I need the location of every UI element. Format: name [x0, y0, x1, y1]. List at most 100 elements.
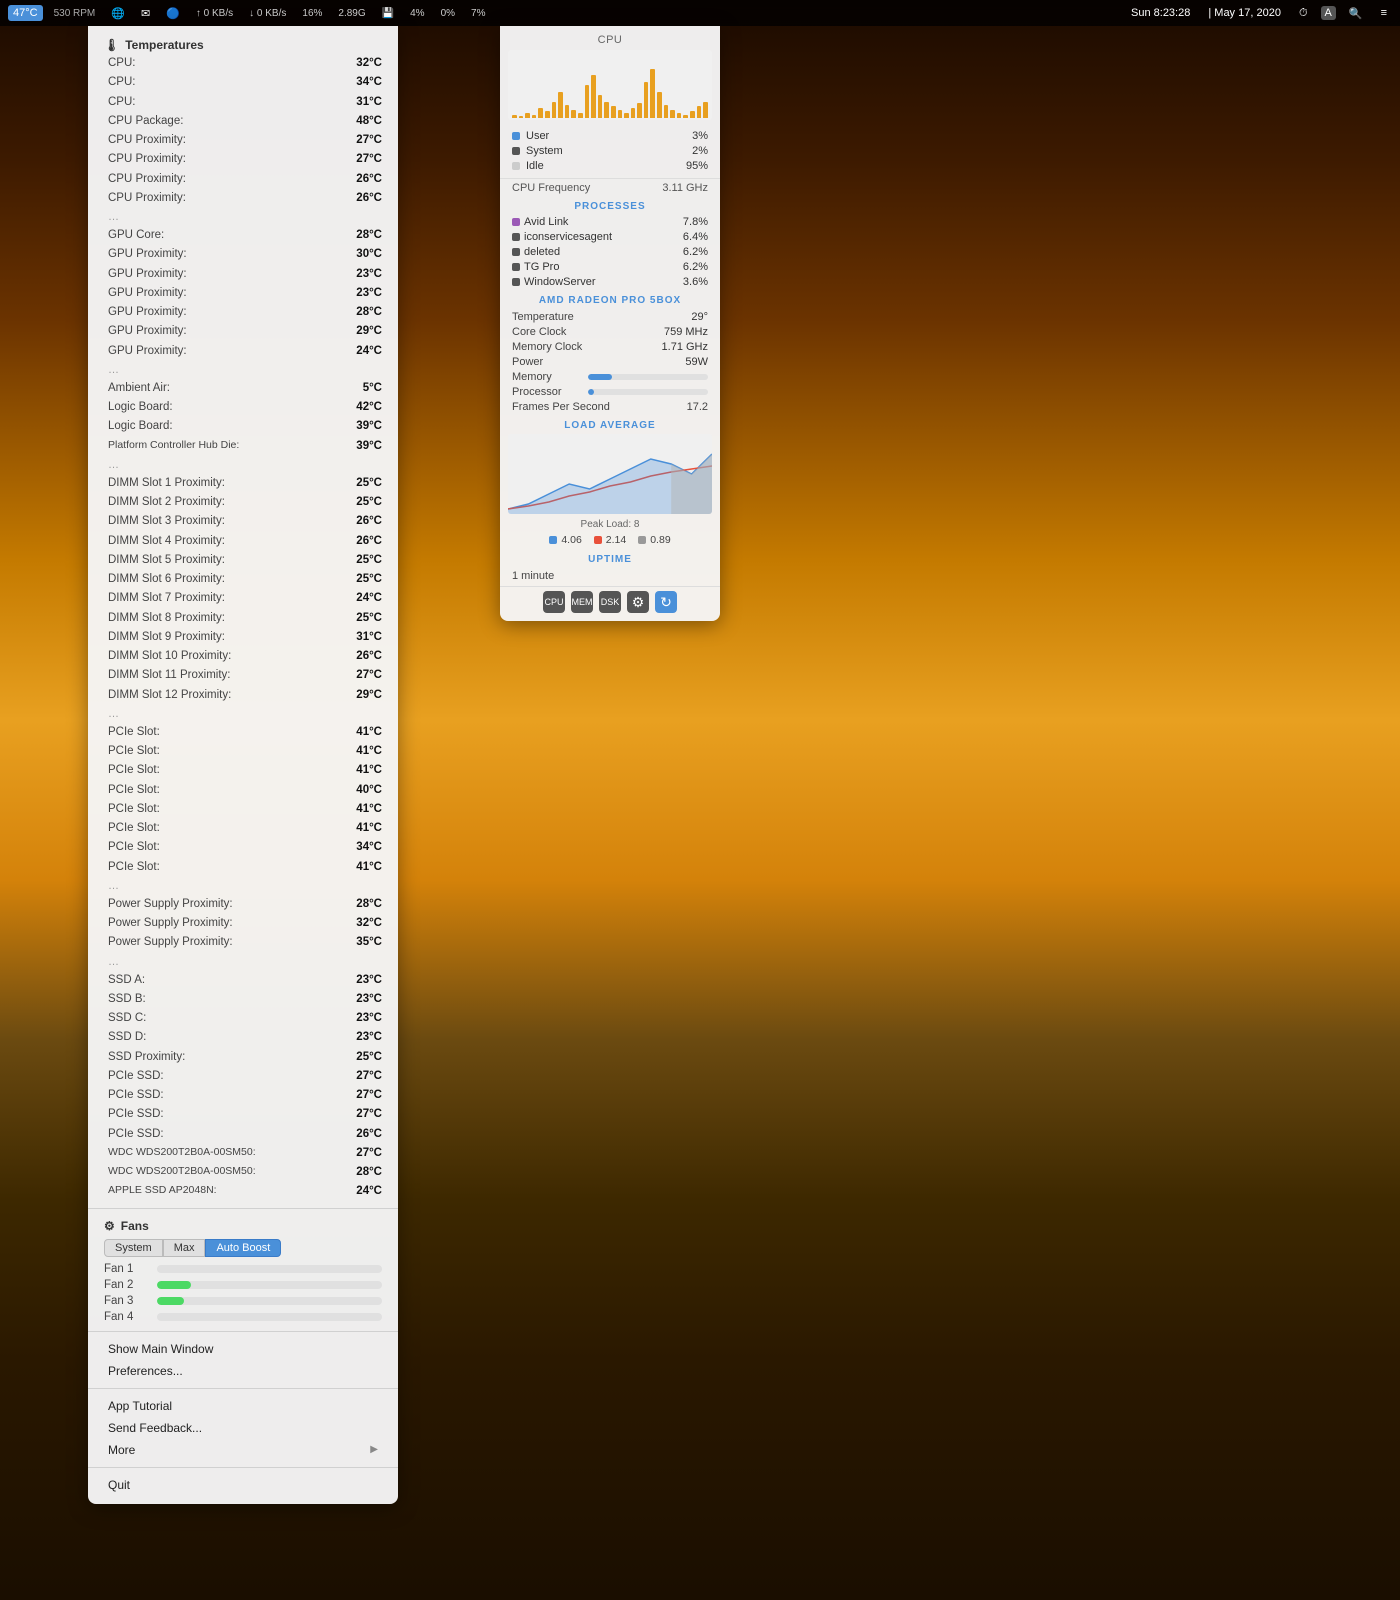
- pcie-5: PCIe Slot:41°C: [88, 800, 398, 819]
- cpu-temp-row-3: CPU:31°C: [88, 93, 398, 112]
- fan-row-3: Fan 3: [88, 1293, 398, 1309]
- settings-icon-button[interactable]: ⚙: [627, 591, 649, 613]
- cpu-freq-label: CPU Frequency: [512, 182, 590, 194]
- cpu-bar: [690, 111, 695, 118]
- fan-2-bar-container: [157, 1281, 382, 1289]
- cpu-bar: [683, 115, 688, 118]
- divider-6: …: [88, 953, 398, 971]
- menubar-disk-icon: 💾: [377, 6, 399, 21]
- preferences-item[interactable]: Preferences...: [88, 1360, 398, 1382]
- cpu-bar: [538, 108, 543, 118]
- cpu-bar: [618, 110, 623, 118]
- fans-tab-system[interactable]: System: [104, 1239, 163, 1257]
- gpu-prox-3: GPU Proximity:23°C: [88, 284, 398, 303]
- pcie-7: PCIe Slot:34°C: [88, 838, 398, 857]
- menubar-memory: 2.89G: [333, 6, 370, 21]
- cpu-bar: [585, 85, 590, 118]
- fan-3-bar: [157, 1297, 184, 1305]
- cpu-bar: [644, 82, 649, 118]
- divider-1: …: [88, 208, 398, 226]
- cpu-bar: [677, 113, 682, 118]
- memory-icon-button[interactable]: MEM: [571, 591, 593, 613]
- load-5min-dot: [594, 536, 602, 544]
- dimm-1: DIMM Slot 1 Proximity:25°C: [88, 474, 398, 493]
- accessibility-icon[interactable]: A: [1321, 6, 1336, 20]
- fans-tab-max[interactable]: Max: [163, 1239, 206, 1257]
- fan-4-label: Fan 4: [104, 1311, 149, 1323]
- psu-3: Power Supply Proximity:35°C: [88, 933, 398, 952]
- dimm-10: DIMM Slot 10 Proximity:26°C: [88, 647, 398, 666]
- pcie-2: PCIe Slot:41°C: [88, 742, 398, 761]
- dimm-3: DIMM Slot 3 Proximity:26°C: [88, 512, 398, 531]
- cpu-bar: [611, 106, 616, 118]
- disk-icon-button[interactable]: DSK: [599, 591, 621, 613]
- idle-label: Idle: [526, 160, 680, 172]
- cpu-bar: [525, 113, 530, 118]
- psu-1: Power Supply Proximity:28°C: [88, 895, 398, 914]
- wdc-2: WDC WDS200T2B0A-00SM50:28°C: [88, 1163, 398, 1182]
- cpu-prox-1: CPU Proximity:27°C: [88, 131, 398, 150]
- cpu-bar: [670, 110, 675, 118]
- gpu-memory-bar-container: [588, 374, 708, 380]
- quit-item[interactable]: Quit: [88, 1474, 398, 1496]
- gpu-prox-1: GPU Proximity:30°C: [88, 245, 398, 264]
- fans-tab-autoboost[interactable]: Auto Boost: [205, 1239, 281, 1257]
- cpu-freq-value: 3.11 GHz: [662, 182, 708, 194]
- show-main-window-item[interactable]: Show Main Window: [88, 1338, 398, 1360]
- cpu-bar: [703, 102, 708, 119]
- control-center-icon[interactable]: ≡: [1376, 5, 1392, 21]
- gpu-fps: Frames Per Second 17.2: [500, 399, 720, 414]
- avid-dot: [512, 218, 520, 226]
- cpu-stats: User 3% System 2% Idle 95%: [500, 126, 720, 175]
- process-avid-link: Avid Link 7.8%: [500, 214, 720, 229]
- cpu-bar: [545, 111, 550, 118]
- cpu-bar: [519, 116, 524, 118]
- uptime-section-title: UPTIME: [500, 550, 720, 568]
- send-feedback-item[interactable]: Send Feedback...: [88, 1417, 398, 1439]
- cpu-prox-2: CPU Proximity:27°C: [88, 150, 398, 169]
- pcie-8: PCIe Slot:41°C: [88, 858, 398, 877]
- ssd-b: SSD B:23°C: [88, 990, 398, 1009]
- menubar-battery: 4%: [405, 6, 429, 21]
- load-1min-value: 4.06: [561, 534, 581, 546]
- menubar-cpu[interactable]: 16%: [297, 6, 327, 21]
- dimm-4: DIMM Slot 4 Proximity:26°C: [88, 532, 398, 551]
- process-deleted: deleted 6.2%: [500, 244, 720, 259]
- app-tutorial-item[interactable]: App Tutorial: [88, 1395, 398, 1417]
- system-value: 2%: [692, 145, 708, 157]
- cpu-panel: CPU: [500, 26, 720, 621]
- tgpro-dot: [512, 263, 520, 271]
- ambient-air-temp: Ambient Air:5°C: [88, 379, 398, 398]
- processes-title: PROCESSES: [500, 197, 720, 214]
- separator-2: [88, 1388, 398, 1389]
- cpu-icon-button[interactable]: CPU: [543, 591, 565, 613]
- cpu-bar: [664, 105, 669, 118]
- process-windowserver: WindowServer 3.6%: [500, 274, 720, 289]
- cpu-bar: [624, 113, 629, 118]
- load-section-title: LOAD AVERAGE: [500, 414, 720, 434]
- fan-3-label: Fan 3: [104, 1295, 149, 1307]
- dimm-6: DIMM Slot 6 Proximity:25°C: [88, 570, 398, 589]
- spotlight-icon[interactable]: 🔍: [1344, 5, 1368, 22]
- system-label: System: [526, 145, 686, 157]
- temp-badge[interactable]: 47°C: [8, 5, 43, 21]
- load-graph: [508, 434, 712, 514]
- more-item[interactable]: More ▶: [88, 1439, 398, 1461]
- fans-tabs: System Max Auto Boost: [88, 1235, 398, 1261]
- cpu-bar: [697, 106, 702, 118]
- gpu-prox-2: GPU Proximity:23°C: [88, 265, 398, 284]
- load-15min-value: 0.89: [650, 534, 670, 546]
- pch-die-temp: Platform Controller Hub Die:39°C: [88, 437, 398, 456]
- fan-row-2: Fan 2: [88, 1277, 398, 1293]
- dimm-9: DIMM Slot 9 Proximity:31°C: [88, 628, 398, 647]
- cpu-prox-4: CPU Proximity:26°C: [88, 189, 398, 208]
- fans-title: ⚙ Fans: [88, 1215, 398, 1235]
- menubar-icon-dot: 🔵: [161, 5, 185, 22]
- menubar-date: | May 17, 2020: [1203, 5, 1286, 21]
- load-15min: 0.89: [638, 534, 670, 546]
- dimm-7: DIMM Slot 7 Proximity:24°C: [88, 589, 398, 608]
- time-machine-icon[interactable]: ⏱: [1294, 5, 1313, 22]
- refresh-icon-button[interactable]: ↻: [655, 591, 677, 613]
- dimm-12: DIMM Slot 12 Proximity:29°C: [88, 686, 398, 705]
- user-value: 3%: [692, 130, 708, 142]
